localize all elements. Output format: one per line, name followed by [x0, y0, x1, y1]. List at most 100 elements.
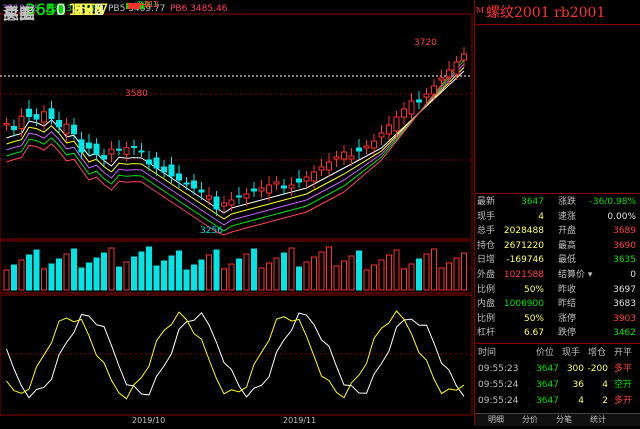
candle	[281, 179, 287, 195]
candle	[228, 192, 235, 211]
quote-row: 比例 50% 涨停 3903	[474, 313, 640, 326]
volume-bar	[318, 251, 325, 291]
moving-average-line	[6, 59, 465, 232]
volume-bar	[401, 268, 407, 291]
tick-time: 09:55:24	[478, 380, 519, 390]
tab-detail[interactable]: 明细	[488, 414, 504, 426]
date-label-nov: 2019/11	[283, 416, 317, 425]
quote-row: 比例 50% 昨收 3697	[474, 284, 640, 297]
tick-header: 时间 价位 现手 增仓 开平	[474, 346, 640, 360]
volume-bar	[86, 262, 92, 291]
high-price-label: 3720	[414, 38, 437, 48]
quote-row: 日增 -169746 最低 3635	[474, 254, 640, 267]
candle	[356, 139, 362, 159]
candle	[116, 140, 122, 156]
volume-bar	[341, 260, 347, 291]
candle	[408, 93, 415, 120]
volume-bar	[356, 250, 362, 291]
quote-label: 日增	[477, 255, 496, 266]
volume-bar	[213, 249, 220, 291]
quote-label: 昨结	[558, 299, 577, 310]
tab-tick[interactable]: 分笔	[556, 414, 572, 426]
tick-vol: 36	[572, 380, 584, 390]
oscillator-line	[6, 311, 465, 399]
volume-bar	[446, 262, 452, 291]
quote-label: 内盘	[477, 299, 496, 310]
tick-inc: 4	[602, 380, 608, 390]
volume-bar	[131, 256, 137, 291]
candle	[288, 177, 295, 196]
tick-vol: 300	[566, 364, 584, 374]
quote-label: 总手	[477, 226, 496, 237]
quote-label: 最高	[558, 240, 577, 251]
volume-bar	[228, 263, 235, 291]
volume-bar	[348, 255, 355, 291]
quote-value: -169746	[506, 255, 544, 266]
tick-price: 3647	[536, 380, 559, 390]
totals-b: 0	[93, 0, 104, 19]
mark-price-label: 3580	[125, 89, 148, 99]
volume-bar	[363, 269, 370, 291]
volume-bar	[281, 252, 287, 291]
volume-bar	[423, 253, 430, 291]
quote-value: 3635	[613, 255, 636, 266]
volume-bar	[371, 264, 377, 291]
volume-bar	[116, 266, 122, 291]
low-price-label: 3256	[200, 226, 223, 236]
volume-bar	[191, 264, 197, 291]
volume-bar	[311, 256, 317, 291]
volume-bar	[453, 257, 460, 291]
tab-stats[interactable]: 统计	[590, 414, 606, 426]
volume-bar	[378, 259, 385, 291]
quote-value: 3697	[613, 284, 636, 295]
quote-label: 现手	[477, 211, 496, 222]
candle	[341, 145, 347, 165]
tick-header-vol: 现手	[562, 348, 581, 358]
volume-bar	[408, 263, 415, 291]
volume-bar	[266, 262, 272, 291]
volume-bar	[461, 252, 467, 291]
quote-label: 最新	[477, 197, 496, 207]
quote-label: 持仓	[477, 240, 496, 251]
kline-chart[interactable]: 3518.88 PB4 3493.88 PB5 3469.77 PB6 3485…	[0, 0, 473, 425]
candle	[101, 148, 107, 166]
quote-row: 持仓 2671220 最高 3690	[474, 240, 640, 253]
volume-bar	[438, 267, 445, 291]
volume-bar	[333, 265, 340, 291]
volume-bar	[138, 251, 145, 291]
quote-value: 3683	[613, 299, 636, 310]
candle	[251, 182, 257, 197]
candle	[326, 153, 332, 177]
contract-name: 螺纹2001 rb2001	[486, 5, 606, 21]
tick-type: 多平	[614, 364, 633, 374]
totals-a: 0	[55, 0, 66, 19]
market-badge: M	[476, 6, 485, 15]
candle	[18, 108, 25, 137]
quote-label: 外盘	[477, 270, 496, 280]
quote-row: 最新 3647 涨跌 -36/0.98%	[474, 196, 640, 209]
candle	[401, 102, 407, 125]
quote-value: 3689	[613, 226, 636, 237]
quote-value: 6.67	[523, 328, 544, 339]
candle	[371, 134, 377, 155]
kline-svg	[0, 13, 473, 416]
oscillator-line	[6, 310, 465, 400]
candle	[56, 111, 62, 134]
moving-average-line	[6, 56, 465, 236]
quote-label: 涨跌	[558, 197, 577, 207]
quote-row: 内盘 1006900 昨结 3683	[474, 298, 640, 311]
volume-bar	[221, 268, 227, 291]
volume-bar	[243, 253, 250, 291]
candle	[386, 116, 392, 140]
tick-inc: -200	[587, 364, 608, 374]
tick-time: 09:55:24	[478, 396, 519, 406]
quote-value: 1006900	[503, 299, 544, 310]
candle	[378, 125, 385, 145]
tab-price-dist[interactable]: 分价	[522, 414, 538, 426]
volume-bar	[153, 265, 160, 291]
tick-type: 多开	[614, 396, 633, 406]
candle	[318, 159, 325, 176]
volume-bar	[386, 254, 392, 291]
volume-bar	[161, 260, 167, 291]
tick-header-time: 时间	[478, 348, 497, 358]
